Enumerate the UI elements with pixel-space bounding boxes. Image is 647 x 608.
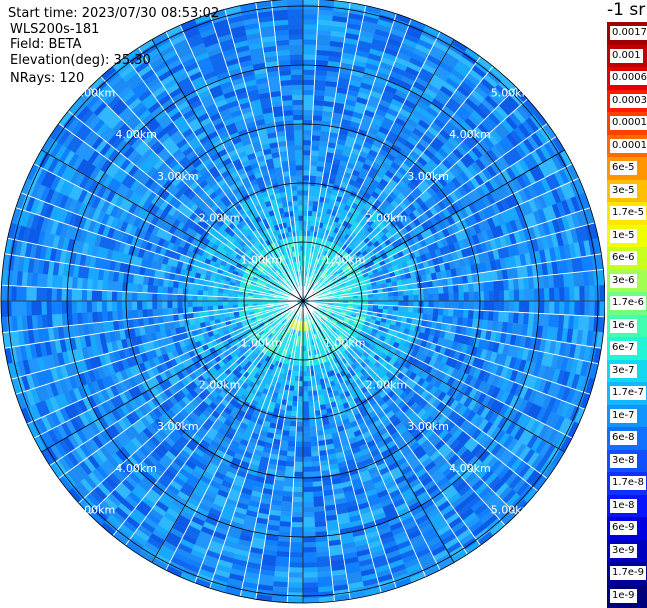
range-ring-label: 3.00km (157, 170, 199, 183)
colorbar-tick-label: 1.7e-7 (610, 386, 647, 401)
range-ring-label: 5.00km (74, 504, 116, 517)
range-ring-label: 2.00km (366, 212, 408, 225)
colorbar-tick-label: 6e-9 (610, 521, 637, 536)
range-ring-label: 4.00km (449, 462, 491, 475)
colorbar-tick-label: 0.00017 (610, 116, 647, 131)
colorbar-tick-label: 6e-8 (610, 431, 637, 446)
colorbar: 0.0017 0.001 0.0006 0.0003 0.00017 0.0001 6e-5… (607, 22, 647, 608)
colorbar-tick-label: 3e-8 (610, 453, 637, 468)
colorbar-tick-label: 1e-5 (610, 228, 637, 243)
range-ring-label: 4.00km (115, 462, 157, 475)
colorbar-tick-label: 1.7e-6 (610, 296, 647, 311)
colorbar-tick-label: 1.7e-5 (610, 206, 647, 221)
range-ring-label: 2.00km (199, 378, 241, 391)
range-ring-label: 5.00km (491, 86, 533, 99)
range-ring-label: 2.00km (199, 212, 241, 225)
colorbar-tick-label: 1e-6 (610, 318, 637, 333)
colorbar-tick-label: 6e-7 (610, 341, 637, 356)
colorbar-tick-label: 3e-6 (610, 273, 637, 288)
colorbar-tick-label: 6e-6 (610, 251, 637, 266)
range-ring-label: 5.00km (74, 86, 116, 99)
range-ring-label: 1.00km (324, 337, 366, 350)
range-ring-label: 3.00km (407, 420, 449, 433)
colorbar-tick-label: 1e-8 (610, 498, 637, 513)
colorbar-tick-label: 0.001 (610, 48, 643, 63)
range-ring-label: 4.00km (449, 128, 491, 141)
range-ring-label: 1.00km (240, 253, 282, 266)
colorbar-tick-label: 0.0003 (610, 93, 647, 108)
range-ring-label: 1.00km (324, 253, 366, 266)
start-time-label: Start time: 2023/07/30 08:53:02 (8, 6, 220, 21)
range-ring-label: 4.00km (115, 128, 157, 141)
field-label: Field: BETA (10, 37, 82, 52)
range-ring-label: 3.00km (157, 420, 199, 433)
colorbar-title: -1 sr (607, 0, 646, 20)
colorbar-tick-label: 0.0006 (610, 71, 647, 86)
range-ring-label: 2.00km (366, 378, 408, 391)
colorbar-tick-label: 3e-9 (610, 543, 637, 558)
nrays-label: NRays: 120 (10, 71, 85, 86)
colorbar-tick-label: 6e-5 (610, 161, 637, 176)
colorbar-tick-label: 0.0017 (610, 26, 647, 41)
colorbar-tick-label: 3e-7 (610, 363, 637, 378)
instrument-label: WLS200s-181 (10, 22, 100, 37)
colorbar-tick-label: 0.0001 (610, 138, 647, 153)
colorbar-tick-label: 1.7e-9 (610, 566, 647, 581)
colorbar-tick-label: 3e-5 (610, 183, 637, 198)
colorbar-tick-label: 1e-9 (610, 588, 637, 603)
colorbar-tick-label: 1e-7 (610, 408, 637, 423)
ppi-polar-plot: 1.00km 1.00km 1.00km 1.00km 2.00km 2.00km 2.00… (0, 0, 605, 604)
colorbar-tick-label: 1.7e-8 (610, 476, 647, 491)
range-ring-label: 5.00km (491, 504, 533, 517)
range-ring-label: 1.00km (240, 337, 282, 350)
elevation-label: Elevation(deg): 35.30 (10, 53, 151, 68)
range-ring-label: 3.00km (407, 170, 449, 183)
